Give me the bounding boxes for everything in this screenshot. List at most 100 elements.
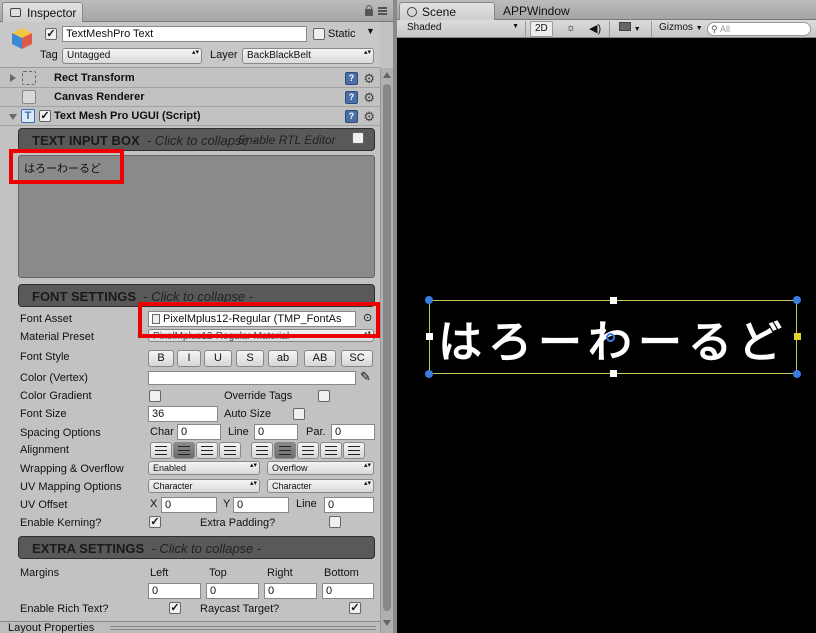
help-icon[interactable]: ? [345,72,358,85]
scene-search-input[interactable]: ⚲ All [707,22,811,36]
tag-dropdown[interactable]: Untagged [62,48,202,64]
uv-line-offset-field[interactable]: 0 [324,497,374,513]
style-strikethrough-button[interactable]: S [236,350,264,367]
align-justified-button[interactable] [219,442,241,459]
handle-bottom-left[interactable] [425,370,433,378]
scroll-down-icon[interactable] [383,620,391,626]
margin-top-field[interactable]: 0 [206,583,259,599]
handle-bottom[interactable] [610,370,617,377]
align-middle-icon [279,446,291,455]
tab-scene[interactable]: Scene [399,2,495,20]
handle-bottom-right[interactable] [793,370,801,378]
style-italic-button[interactable]: I [177,350,201,367]
extra-settings-section-header[interactable]: EXTRA SETTINGS - Click to collapse - [18,536,375,559]
handle-left[interactable] [426,333,433,340]
align-midline-button[interactable] [343,442,365,459]
mode-2d-toggle[interactable]: 2D [530,21,553,37]
style-lowercase-button[interactable]: ab [268,350,298,367]
overflow-dropdown[interactable]: Overflow [267,461,374,475]
uv-mapping-vertical-dropdown[interactable]: Character [267,479,374,493]
static-dropdown-icon[interactable]: ▼ [366,26,375,36]
component-textmeshpro[interactable]: T ✓ Text Mesh Pro UGUI (Script) ? ⚙ [0,107,380,126]
eyedropper-icon[interactable]: ✎ [360,369,371,385]
extra-padding-checkbox[interactable] [329,516,341,528]
style-uppercase-button[interactable]: AB [304,350,336,367]
expand-arrow-icon[interactable] [10,74,16,82]
line-spacing-label: Line [228,426,249,438]
override-tags-checkbox[interactable] [318,390,330,402]
extra-padding-label: Extra Padding? [200,517,276,529]
active-checkbox[interactable]: ✓ [45,28,57,40]
effects-dropdown[interactable]: ▼ [615,21,645,37]
wrapping-dropdown[interactable]: Enabled [148,461,260,475]
tab-appwindow[interactable]: APPWindow [495,2,578,20]
shading-dropdown[interactable]: Shaded ▼ [403,21,521,37]
handle-top-right[interactable] [793,296,801,304]
align-bottom-button[interactable] [297,442,319,459]
scroll-up-icon[interactable] [383,72,391,78]
component-enabled-checkbox[interactable]: ✓ [39,110,51,122]
font-size-field[interactable]: 36 [148,406,218,422]
char-spacing-field[interactable]: 0 [177,424,221,440]
uv-offset-x-field[interactable]: 0 [161,497,217,513]
paragraph-spacing-field[interactable]: 0 [331,424,375,440]
align-top-button[interactable] [251,442,273,459]
inspector-scrollbar[interactable] [380,68,393,633]
layer-dropdown[interactable]: BackBlackBelt [242,48,374,64]
uv-mapping-horizontal-dropdown[interactable]: Character [148,479,260,493]
handle-right[interactable] [794,333,801,340]
lock-icon[interactable] [365,5,373,16]
margins-label: Margins [20,567,60,579]
auto-size-checkbox[interactable] [293,408,305,420]
tab-inspector[interactable]: Inspector [2,2,83,22]
uv-offset-y-field[interactable]: 0 [233,497,289,513]
object-name-field[interactable]: TextMeshPro Text [62,26,307,42]
color-vertex-label: Color (Vertex) [20,372,88,384]
align-right-icon [201,446,213,455]
line-spacing-field[interactable]: 0 [254,424,298,440]
help-icon[interactable]: ? [345,110,358,123]
align-right-button[interactable] [196,442,218,459]
component-canvas-renderer[interactable]: Canvas Renderer ? ⚙ [0,88,380,107]
rich-text-checkbox[interactable]: ✓ [169,602,181,614]
pivot-handle[interactable] [606,333,615,342]
lighting-toggle-icon[interactable]: ☼ [562,21,580,37]
menu-icon[interactable] [378,7,387,15]
inspector-icon [10,8,21,17]
margin-bottom-field[interactable]: 0 [322,583,374,599]
style-smallcaps-button[interactable]: SC [341,350,373,367]
margin-left-field[interactable]: 0 [148,583,201,599]
canvas-renderer-icon [22,90,36,104]
style-bold-button[interactable]: B [148,350,174,367]
color-gradient-checkbox[interactable] [149,390,161,402]
help-icon[interactable]: ? [345,91,358,104]
audio-toggle-icon[interactable]: ◀) [585,21,605,37]
gear-icon[interactable]: ⚙ [363,110,375,123]
gear-icon[interactable]: ⚙ [363,72,375,85]
component-rect-transform[interactable]: Rect Transform ? ⚙ [0,69,380,88]
rtl-editor-checkbox[interactable] [352,132,364,144]
handle-top[interactable] [610,297,617,304]
gear-icon[interactable]: ⚙ [363,91,375,104]
scrollbar-thumb[interactable] [383,84,391,611]
color-vertex-swatch[interactable] [148,371,356,385]
align-middle-button[interactable] [274,442,296,459]
margin-right-label: Right [267,567,293,579]
alignment-label: Alignment [20,444,69,456]
chevron-down-icon: ▼ [695,25,703,32]
collapse-arrow-icon[interactable] [9,114,17,120]
kerning-checkbox[interactable]: ✓ [149,516,161,528]
search-placeholder: All [720,24,731,34]
layout-properties-bar[interactable]: Layout Properties [0,621,380,633]
style-underline-button[interactable]: U [204,350,232,367]
handle-top-left[interactable] [425,296,433,304]
align-baseline-button[interactable] [320,442,342,459]
raycast-target-checkbox[interactable]: ✓ [349,602,361,614]
align-left-button[interactable] [150,442,172,459]
drag-handle[interactable] [110,626,376,630]
gizmos-dropdown[interactable]: Gizmos ▼ [655,21,707,37]
scene-view[interactable]: Scene APPWindow Shaded ▼ 2D ☼ ◀) ▼ Gizmo… [397,0,816,633]
static-checkbox[interactable] [313,28,325,40]
align-center-button[interactable] [173,442,195,459]
margin-right-field[interactable]: 0 [264,583,317,599]
